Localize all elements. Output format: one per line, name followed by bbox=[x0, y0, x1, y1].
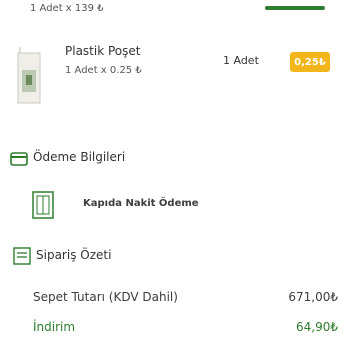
product-unit-price: 1 Adet x 0.25 ₺ bbox=[65, 65, 142, 76]
plastic-bag-thumbnail bbox=[10, 45, 50, 110]
receipt-icon bbox=[13, 247, 31, 265]
discount-label: İndirim bbox=[33, 320, 76, 334]
cart-total-label: Sepet Tutarı (KDV Dahil) bbox=[33, 290, 178, 304]
product-quantity: 1 Adet bbox=[223, 54, 259, 67]
payment-section-title: Ödeme Bilgileri bbox=[33, 150, 126, 164]
discount-value: 64,90₺ bbox=[296, 320, 338, 334]
previous-item-quantity: 1 Adet x 139 ₺ bbox=[30, 3, 104, 14]
product-name: Plastik Poşet bbox=[65, 44, 141, 58]
payment-method-label[interactable]: Kapıda Nakit Ödeme bbox=[83, 198, 199, 209]
cart-total-value: 671,00₺ bbox=[288, 290, 338, 304]
credit-card-icon bbox=[10, 151, 28, 167]
price-badge: 0,25₺ bbox=[290, 52, 330, 72]
order-summary-title: Sipariş Özeti bbox=[36, 248, 112, 262]
cash-on-delivery-icon[interactable] bbox=[30, 188, 56, 220]
